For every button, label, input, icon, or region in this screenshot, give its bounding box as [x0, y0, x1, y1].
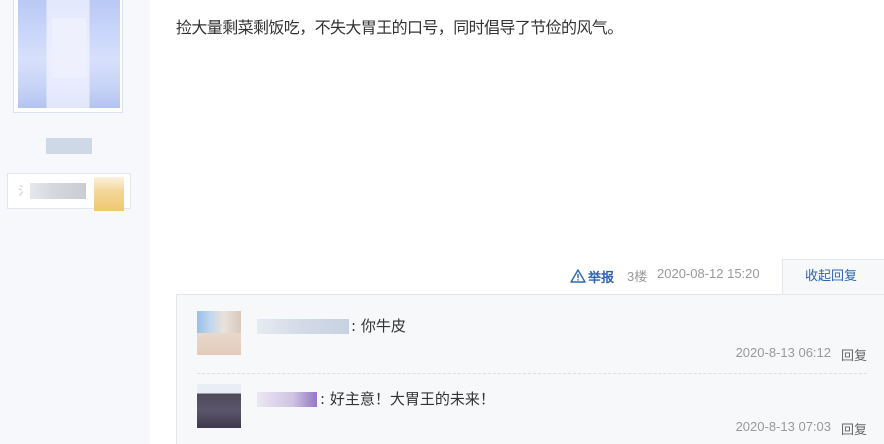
reply-button[interactable]: 回复 [841, 345, 867, 364]
reply-avatar[interactable] [197, 311, 241, 355]
warning-triangle-icon [570, 269, 586, 283]
reply-list: : 你牛皮 2020-8-13 06:12 回复 : 好主意！大胃王的未来！ 2… [176, 294, 884, 444]
reply-username[interactable] [257, 392, 317, 407]
post-content: 捡大量剩菜剩饭吃，不失大胃王的口号，同时倡导了节俭的风气。 [176, 18, 623, 37]
reply-item: : 你牛皮 2020-8-13 06:12 回复 [177, 295, 884, 374]
reply-button[interactable]: 回复 [841, 419, 867, 438]
reply-time: 2020-8-13 07:03 [735, 419, 831, 434]
reply-text: : 好主意！大胃王的未来！ [320, 390, 495, 408]
post-page: 氵 捡大量剩菜剩饭吃，不失大胃王的口号，同时倡导了节俭的风气。 举报 3楼 20… [0, 0, 884, 444]
report-label: 举报 [588, 269, 615, 285]
reply-username[interactable] [257, 319, 349, 334]
author-avatar[interactable] [18, 0, 120, 108]
collapse-replies-button[interactable]: 收起回复 [782, 259, 884, 295]
reply-item: : 好主意！大胃王的未来！ 2020-8-13 07:03 回复 [177, 374, 884, 444]
author-badge-prefix: 氵 [18, 184, 31, 198]
author-username[interactable] [46, 138, 92, 154]
reply-time: 2020-8-13 06:12 [735, 345, 831, 360]
report-link[interactable]: 举报 [570, 266, 614, 286]
floor-number: 3楼 [627, 269, 648, 284]
author-badge-name [30, 183, 86, 199]
author-badge[interactable]: 氵 [7, 173, 131, 211]
author-column: 氵 [0, 0, 150, 444]
reply-text: : 你牛皮 [351, 317, 406, 335]
post-time: 2020-08-12 15:20 [657, 266, 760, 281]
author-avatar-frame[interactable] [13, 0, 123, 113]
reply-avatar[interactable] [197, 384, 241, 428]
author-level-icon [94, 177, 124, 211]
